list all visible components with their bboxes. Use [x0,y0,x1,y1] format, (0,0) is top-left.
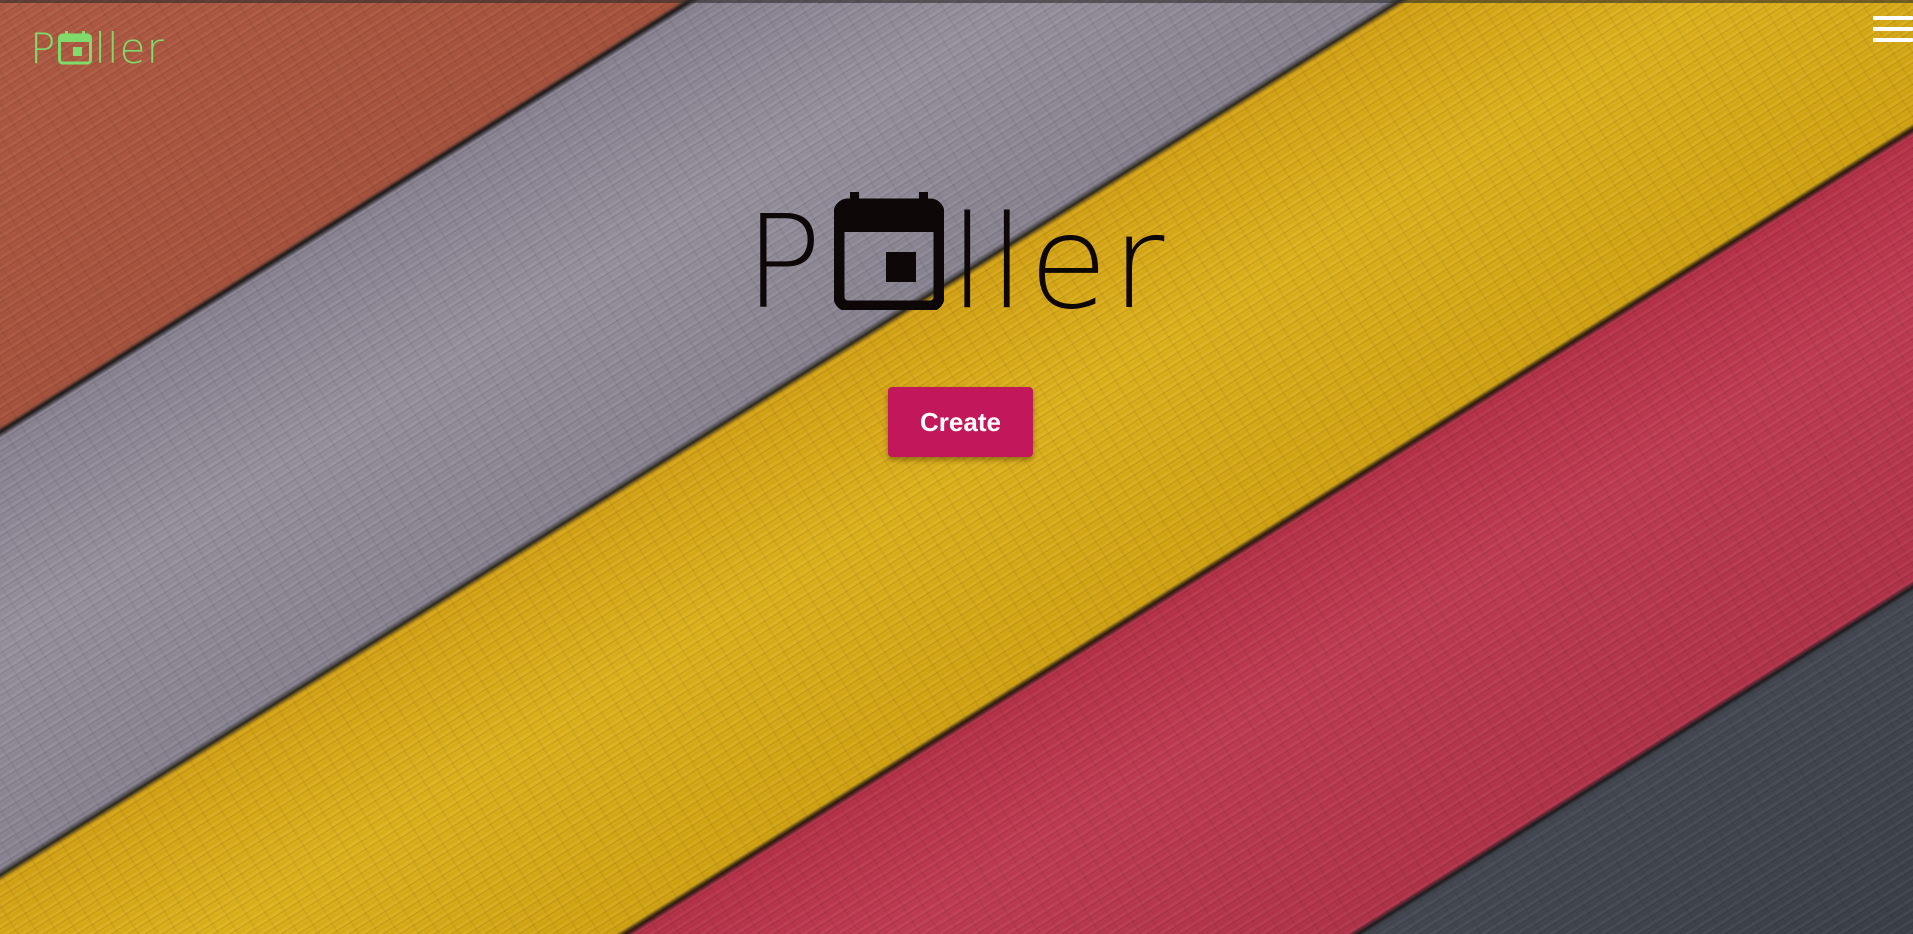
brand-prefix: P [30,24,57,73]
hero-suffix: ller [949,189,1169,338]
hero-logo: P ller [745,190,1169,328]
wood-plank-background [0,0,1913,934]
hero: P ller [0,190,1913,328]
hero-prefix: P [744,189,826,338]
brand-suffix: ller [94,24,165,73]
calendar-icon [58,30,93,65]
hamburger-menu-icon[interactable] [1873,16,1913,46]
brand-logo[interactable]: P ller [30,28,165,70]
calendar-icon [833,190,945,312]
landing-page: P ller P ller Create [0,0,1913,934]
top-border [0,0,1913,3]
create-button[interactable]: Create [888,387,1033,457]
